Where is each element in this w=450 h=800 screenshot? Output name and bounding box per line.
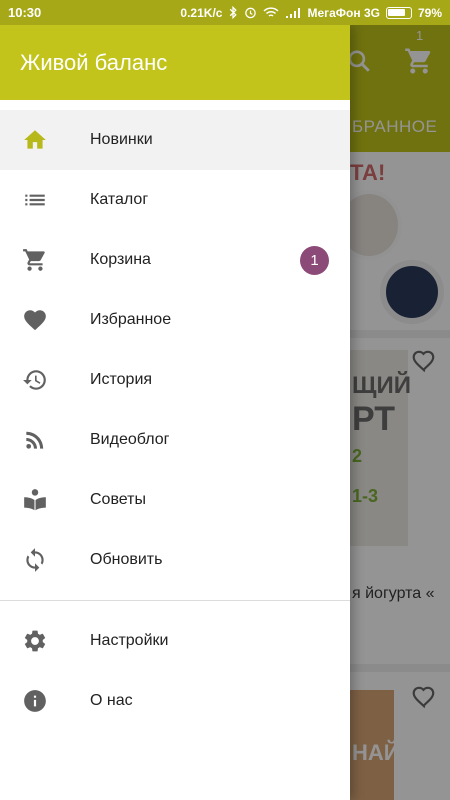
carrier-name: МегаФон 3G bbox=[307, 5, 380, 20]
menu-item-label: О нас bbox=[90, 692, 133, 709]
bluetooth-icon bbox=[230, 6, 238, 19]
battery-level: 79% bbox=[417, 5, 442, 20]
settings-icon bbox=[24, 630, 46, 652]
battery-icon bbox=[385, 6, 412, 19]
menu-item-label: Советы bbox=[90, 491, 146, 508]
menu-item-label: Избранное bbox=[90, 311, 172, 328]
menu-item-label: Новинки bbox=[90, 131, 153, 148]
menu-item-about[interactable]: О нас bbox=[0, 671, 350, 731]
menu-item-videoblog[interactable]: Видеоблог bbox=[0, 410, 350, 470]
navigation-drawer: Живой баланс Новинки Каталог Корзина 1 И… bbox=[0, 25, 350, 800]
drawer-title: Живой баланс bbox=[20, 49, 168, 75]
menu-item-label: Видеоблог bbox=[90, 431, 170, 448]
cart-icon bbox=[23, 249, 45, 271]
menu-item-label: Настройки bbox=[90, 632, 169, 649]
drawer-header: Живой баланс bbox=[0, 25, 350, 100]
menu-item-label: История bbox=[90, 371, 153, 388]
refresh-icon bbox=[26, 548, 44, 572]
reader-icon bbox=[24, 489, 46, 511]
menu-item-settings[interactable]: Настройки bbox=[0, 611, 350, 671]
history-icon bbox=[23, 370, 46, 390]
cart-count-badge: 1 bbox=[300, 245, 329, 275]
list-icon bbox=[25, 194, 45, 206]
info-icon bbox=[24, 690, 46, 712]
menu-item-cart[interactable]: Корзина 1 bbox=[0, 230, 350, 290]
status-bar: 10:30 0.21K/c МегаФон 3G 79% bbox=[0, 0, 450, 25]
menu-item-history[interactable]: История bbox=[0, 350, 350, 410]
menu-item-label: Корзина bbox=[90, 251, 151, 268]
rss-icon bbox=[26, 431, 44, 449]
menu-item-new[interactable]: Новинки bbox=[0, 110, 350, 170]
network-speed: 0.21K/c bbox=[180, 5, 223, 20]
menu-item-label: Каталог bbox=[90, 191, 149, 208]
menu-item-refresh[interactable]: Обновить bbox=[0, 530, 350, 590]
signal-icon bbox=[286, 7, 301, 18]
wifi-icon bbox=[263, 6, 279, 17]
heart-icon bbox=[24, 310, 46, 331]
alarm-icon bbox=[245, 7, 257, 19]
menu-item-favorites[interactable]: Избранное bbox=[0, 290, 350, 350]
home-icon bbox=[24, 130, 46, 149]
menu-item-tips[interactable]: Советы bbox=[0, 470, 350, 530]
menu-item-catalog[interactable]: Каталог bbox=[0, 170, 350, 230]
status-time: 10:30 bbox=[8, 5, 42, 20]
menu-divider bbox=[0, 600, 350, 601]
menu-item-label: Обновить bbox=[90, 551, 163, 568]
status-indicators: 0.21K/c МегаФон 3G 79% bbox=[180, 6, 442, 20]
